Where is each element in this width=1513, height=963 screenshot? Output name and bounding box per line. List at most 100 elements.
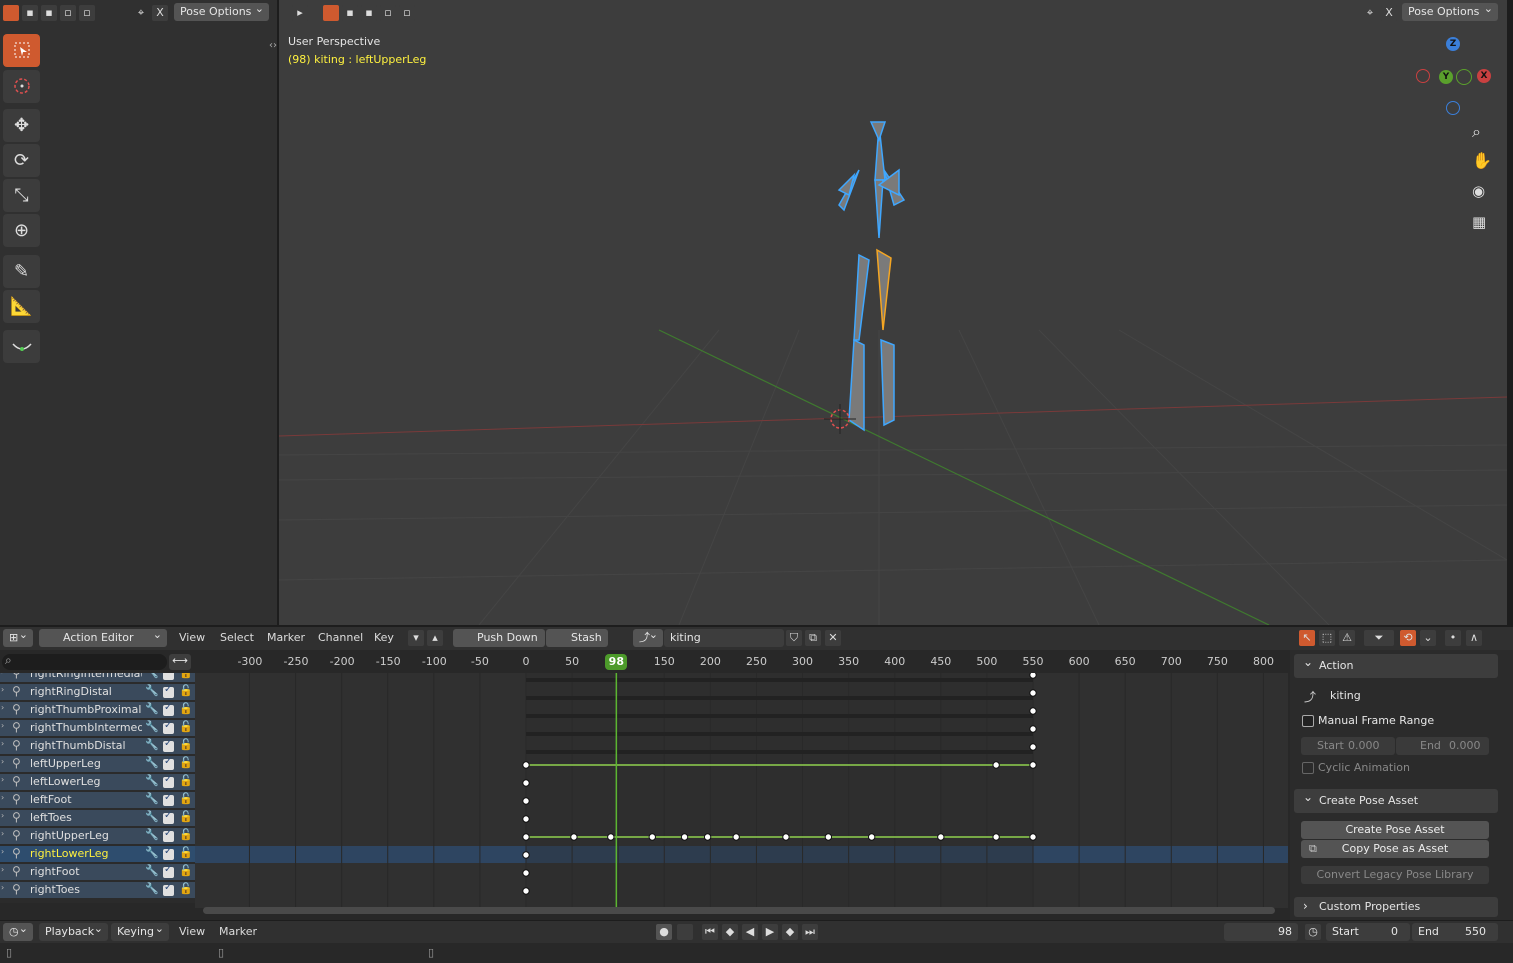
modifier-wrench-icon[interactable]: 🔧 bbox=[145, 673, 159, 679]
annotate-tool[interactable]: ✎ bbox=[3, 255, 40, 288]
expand-arrow-icon[interactable]: › bbox=[1, 703, 4, 712]
select-extend-icon[interactable]: ▪ bbox=[22, 5, 38, 21]
range-start-field[interactable]: Start 0.000 bbox=[1301, 737, 1395, 755]
modifier-wrench-icon[interactable]: 🔧 bbox=[145, 792, 159, 805]
dopesheet-keyframes[interactable] bbox=[195, 673, 1288, 908]
channel-enable-checkbox[interactable] bbox=[163, 720, 174, 734]
menu-view[interactable]: View bbox=[179, 629, 205, 647]
push-down-button[interactable]: Push Down bbox=[453, 629, 545, 647]
auto-key-options-icon[interactable] bbox=[677, 924, 693, 940]
expand-arrow-icon[interactable]: › bbox=[1, 847, 4, 856]
show-hidden-icon[interactable]: ⬚ bbox=[1319, 630, 1335, 646]
current-frame-field[interactable]: 98 bbox=[1224, 923, 1298, 941]
jump-start-icon[interactable]: ⏮ bbox=[702, 924, 718, 940]
lock-icon[interactable]: 🔓 bbox=[179, 810, 193, 823]
mirror-icon-2[interactable]: ⌖ bbox=[1362, 5, 1378, 21]
measure-tool[interactable]: 📐 bbox=[3, 290, 40, 323]
expand-arrow-icon[interactable]: › bbox=[1, 829, 4, 838]
channel-enable-checkbox[interactable] bbox=[163, 684, 174, 698]
expand-arrow-icon[interactable]: › bbox=[1, 757, 4, 766]
jump-end-icon[interactable]: ⏭ bbox=[802, 924, 818, 940]
channel-row[interactable]: › ⚲ rightToes 🔧 🔓 bbox=[0, 882, 195, 899]
move-up-icon[interactable]: ▴ bbox=[427, 630, 443, 646]
select-invert-icon[interactable]: ▫ bbox=[60, 5, 76, 21]
menu-channel[interactable]: Channel bbox=[318, 629, 363, 647]
frame-ruler[interactable]: -300 -250 -200 -150 -100 -50 0 50 98 150 200 250 300… bbox=[195, 651, 1288, 673]
select-new-icon-2[interactable] bbox=[323, 5, 339, 21]
channel-row[interactable]: › ⚲ leftToes 🔧 🔓 bbox=[0, 810, 195, 827]
lock-icon[interactable]: 🔓 bbox=[179, 702, 193, 715]
custom-properties-panel-header[interactable]: Custom Properties bbox=[1294, 896, 1498, 917]
menu-select[interactable]: Select bbox=[220, 629, 254, 647]
mirror-icon[interactable]: ⌖ bbox=[133, 5, 149, 21]
x-mirror-toggle-2[interactable]: X bbox=[1381, 5, 1397, 21]
select-subtract-icon-2[interactable]: ▪ bbox=[361, 5, 377, 21]
modifier-wrench-icon[interactable]: 🔧 bbox=[145, 774, 159, 787]
channel-row[interactable]: › ⚲ rightRingDistal 🔧 🔓 bbox=[0, 684, 195, 701]
start-frame-field[interactable]: Start 0 bbox=[1326, 923, 1410, 941]
move-tool[interactable]: ✥ bbox=[3, 109, 40, 142]
channel-enable-checkbox[interactable] bbox=[163, 864, 174, 878]
proportional-edit-icon[interactable]: • bbox=[1445, 630, 1461, 646]
copy-pose-as-asset-button[interactable]: ⧉ Copy Pose as Asset bbox=[1301, 840, 1489, 858]
playback-menu[interactable]: Playback bbox=[39, 920, 108, 941]
channel-enable-checkbox[interactable] bbox=[163, 774, 174, 788]
neg-z-axis-icon[interactable] bbox=[1446, 101, 1460, 115]
manual-frame-range-checkbox[interactable] bbox=[1302, 715, 1314, 727]
swap-filter-icon[interactable]: ⟷ bbox=[169, 654, 191, 670]
only-errors-icon[interactable]: ⚠ bbox=[1339, 630, 1355, 646]
expand-arrow-icon[interactable]: › bbox=[1, 793, 4, 802]
snap-dropdown-icon[interactable]: ⌄ bbox=[1420, 630, 1436, 646]
select-subtract-icon[interactable]: ▪ bbox=[41, 5, 57, 21]
action-panel-header[interactable]: Action bbox=[1294, 650, 1498, 678]
armature[interactable] bbox=[837, 121, 906, 432]
modifier-wrench-icon[interactable]: 🔧 bbox=[145, 846, 159, 859]
lock-icon[interactable]: 🔓 bbox=[179, 720, 193, 733]
channel-enable-checkbox[interactable] bbox=[163, 846, 174, 860]
record-icon[interactable]: ● bbox=[656, 924, 672, 940]
current-frame-indicator[interactable]: 98 bbox=[605, 654, 628, 670]
expand-arrow-icon[interactable]: › bbox=[1, 865, 4, 874]
select-invert-icon-2[interactable]: ▫ bbox=[380, 5, 396, 21]
cursor-tool[interactable] bbox=[3, 70, 40, 103]
channel-enable-checkbox[interactable] bbox=[163, 673, 174, 680]
move-down-icon[interactable]: ▾ bbox=[408, 630, 424, 646]
modifier-wrench-icon[interactable]: 🔧 bbox=[145, 684, 159, 697]
preview-range-icon[interactable]: ◷ bbox=[1305, 924, 1321, 940]
play-forward-icon[interactable]: ▶ bbox=[762, 924, 778, 940]
fake-user-shield-icon[interactable]: ⛉ bbox=[786, 630, 802, 646]
channel-row[interactable]: › ⚲ leftLowerLeg 🔧 🔓 bbox=[0, 774, 195, 791]
lock-icon[interactable]: 🔓 bbox=[179, 792, 193, 805]
expand-arrow-icon[interactable]: › bbox=[1, 883, 4, 892]
modifier-wrench-icon[interactable]: 🔧 bbox=[145, 756, 159, 769]
expand-arrow-icon[interactable]: › bbox=[1, 721, 4, 730]
channel-enable-checkbox[interactable] bbox=[163, 810, 174, 824]
channel-row[interactable]: › ⚲ rightThumbProximal🔧 🔓 bbox=[0, 702, 195, 719]
channel-enable-checkbox[interactable] bbox=[163, 738, 174, 752]
lock-icon[interactable]: 🔓 bbox=[179, 756, 193, 769]
expand-arrow-icon[interactable]: › bbox=[1, 775, 4, 784]
modifier-wrench-icon[interactable]: 🔧 bbox=[145, 810, 159, 823]
channel-row[interactable]: › ⚲ rightUpperLeg 🔧 🔓 bbox=[0, 828, 195, 845]
lock-icon[interactable]: 🔓 bbox=[179, 684, 193, 697]
end-frame-field[interactable]: End 550 bbox=[1412, 923, 1498, 941]
transform-tool[interactable]: ⊕ bbox=[3, 214, 40, 247]
keying-menu[interactable]: Keying bbox=[111, 920, 169, 941]
lock-icon[interactable]: 🔓 bbox=[179, 738, 193, 751]
select-intersect-icon[interactable]: ▫ bbox=[79, 5, 95, 21]
auto-snapping-icon[interactable]: ⟲ bbox=[1400, 630, 1416, 646]
create-pose-asset-panel-header[interactable]: Create Pose Asset bbox=[1294, 785, 1498, 813]
next-keyframe-icon[interactable]: ◆ bbox=[782, 924, 798, 940]
channel-row[interactable]: › ⚲ rightRingIntermediate🔧 🔓 bbox=[0, 673, 195, 683]
pose-options-right-dropdown[interactable]: Pose Options bbox=[1402, 0, 1498, 21]
action-browse-icon[interactable]: ⤴ bbox=[633, 626, 663, 647]
timeline-editor-type-icon[interactable]: ◷ bbox=[3, 920, 33, 941]
camera-icon[interactable]: ◉ bbox=[1472, 182, 1485, 200]
zoom-icon[interactable]: ⌕ bbox=[1472, 122, 1481, 142]
only-selected-icon[interactable]: ↖ bbox=[1299, 630, 1315, 646]
select-new-icon[interactable] bbox=[3, 5, 19, 21]
unlink-action-icon[interactable]: ✕ bbox=[825, 630, 841, 646]
x-mirror-toggle[interactable]: X bbox=[152, 5, 168, 21]
channel-row[interactable]: › ⚲ rightFoot 🔧 🔓 bbox=[0, 864, 195, 881]
create-pose-asset-button[interactable]: Create Pose Asset bbox=[1301, 821, 1489, 839]
